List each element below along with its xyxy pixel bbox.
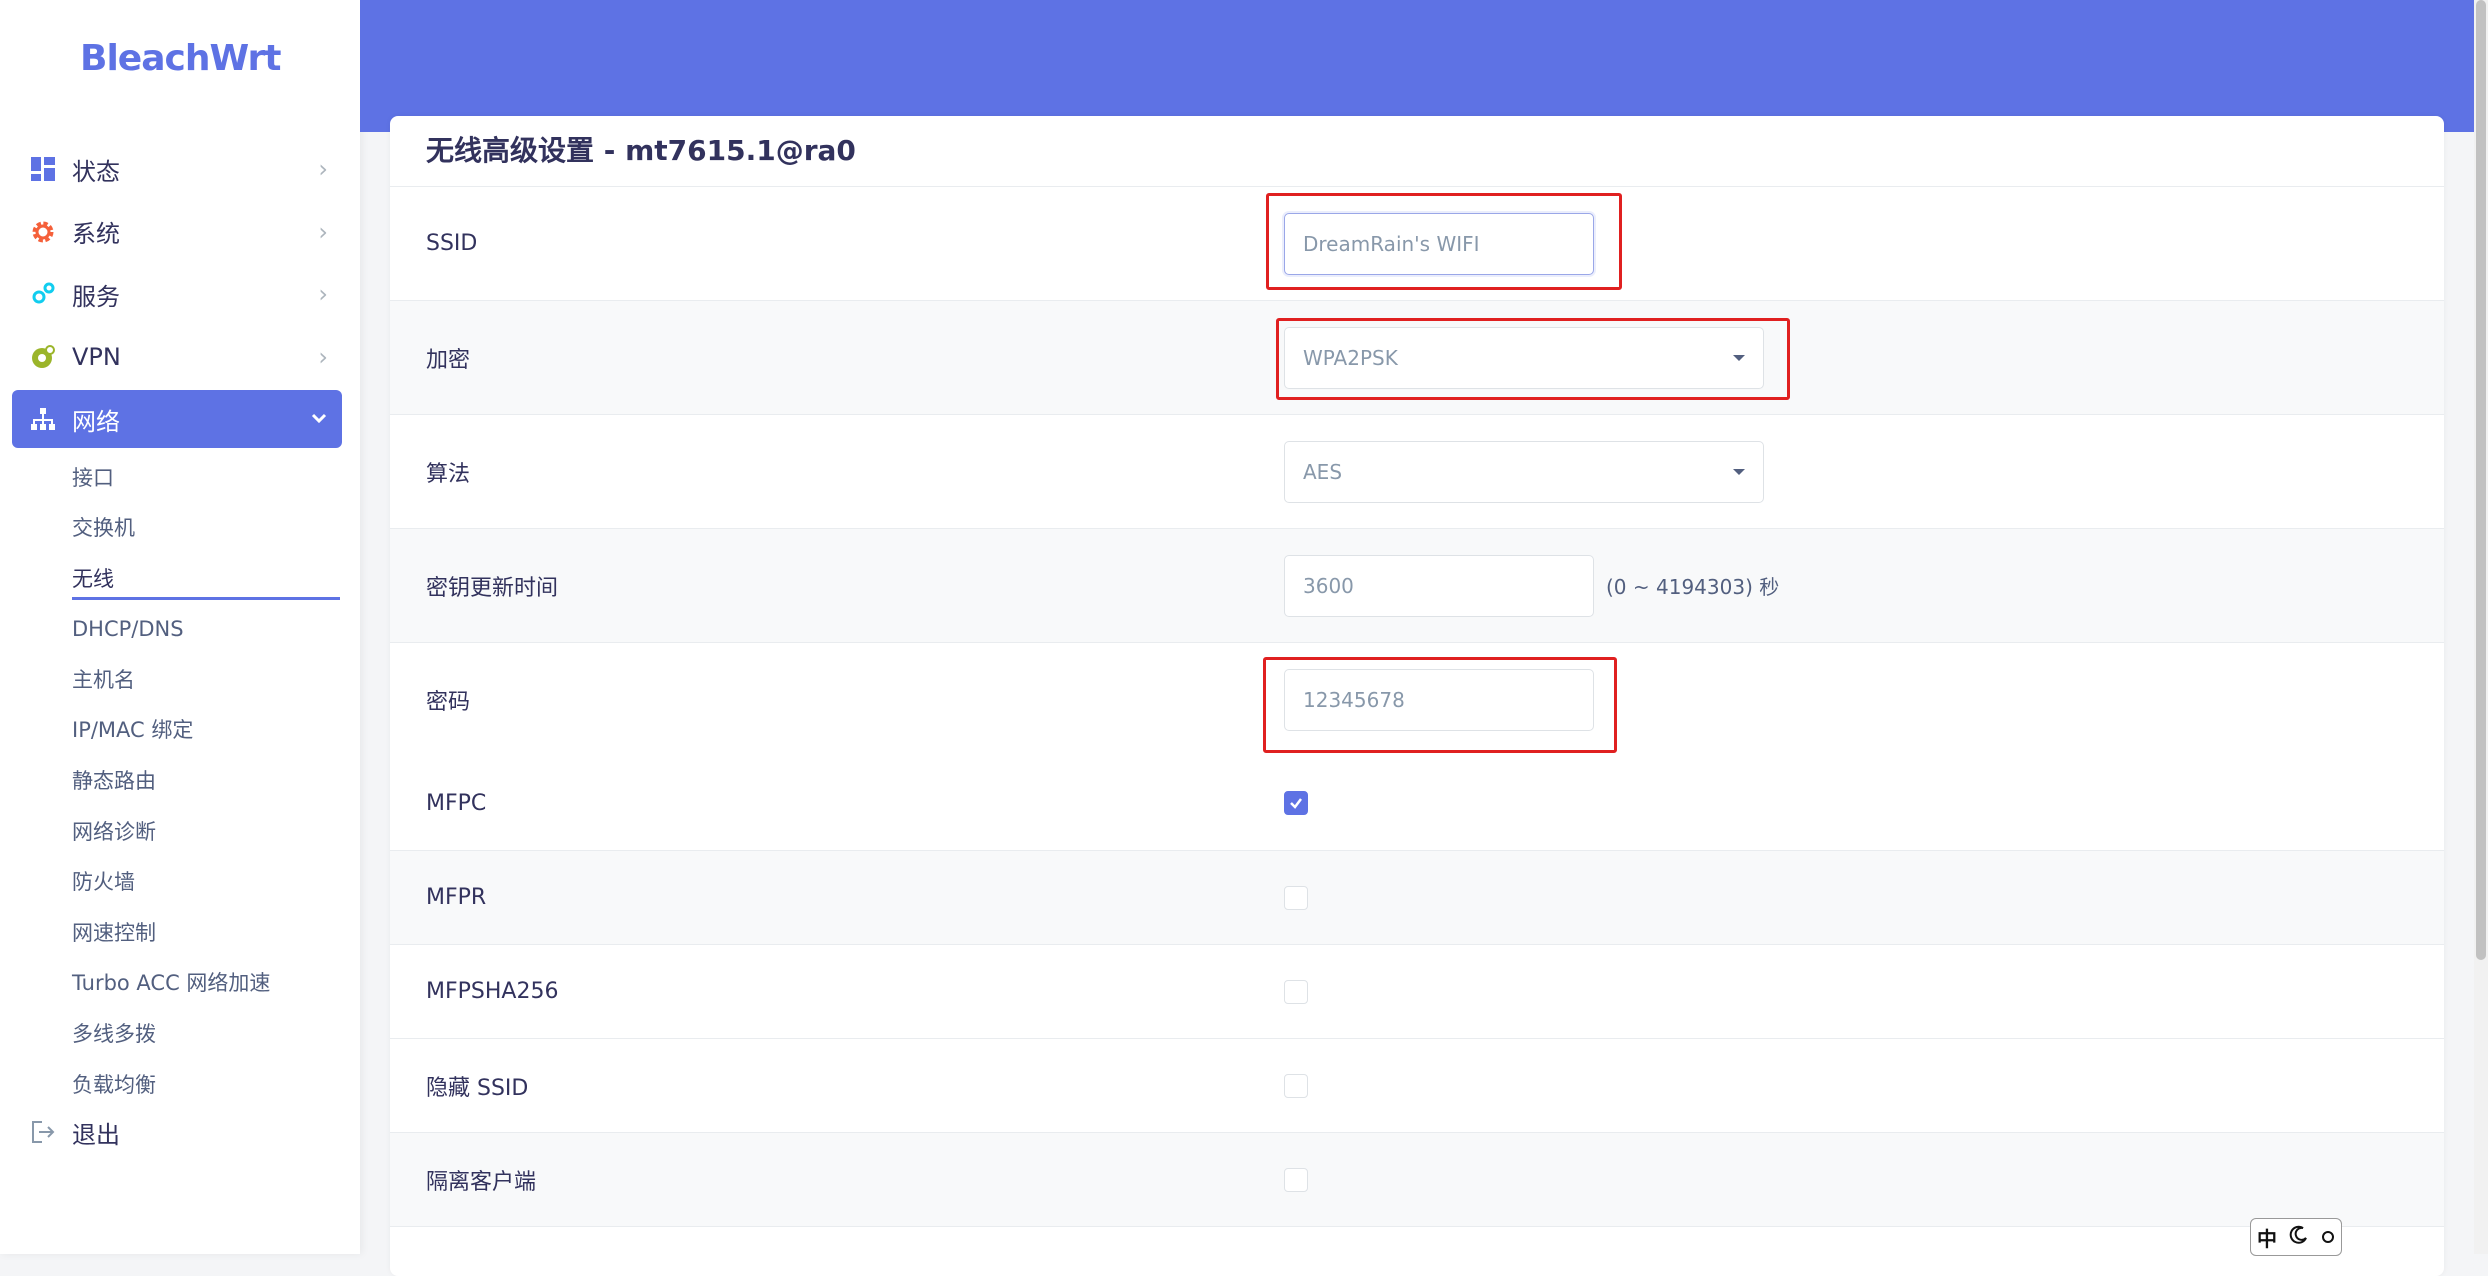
- menu-item-status[interactable]: 状态 ›: [12, 140, 342, 198]
- menu-item-label: 服务: [72, 282, 120, 311]
- network-icon: [30, 406, 56, 432]
- logout-button[interactable]: 退出: [12, 1103, 342, 1161]
- caret-down-icon: [1733, 354, 1745, 361]
- isolate-checkbox[interactable]: [1284, 1167, 1308, 1192]
- submenu-item-multi-wan[interactable]: 多线多拨: [72, 1009, 340, 1060]
- submenu-item-qos[interactable]: 网速控制: [72, 908, 340, 959]
- isolate-label: 隔离客户端: [426, 1169, 537, 1195]
- ssid-input[interactable]: [1284, 212, 1594, 275]
- menu-item-system[interactable]: 系统 ›: [12, 203, 342, 261]
- submenu-item-wireless[interactable]: 无线: [72, 554, 340, 605]
- brand-logo[interactable]: BleachWrt: [80, 38, 281, 79]
- header-band: [360, 0, 2474, 132]
- menu-item-vpn[interactable]: VPN ›: [12, 328, 342, 386]
- rekey-label: 密钥更新时间: [426, 575, 559, 601]
- mfpsha256-label: MFPSHA256: [426, 979, 559, 1004]
- globe-icon: [30, 344, 56, 370]
- logout-section: 退出: [12, 1103, 342, 1166]
- row-rekey-interval: 密钥更新时间 (0 ~ 4194303) 秒: [390, 529, 2444, 643]
- menu-item-network[interactable]: 网络: [12, 390, 342, 448]
- mfpc-checkbox[interactable]: [1284, 791, 1308, 815]
- row-isolate-clients: 隔离客户端: [390, 1133, 2444, 1227]
- dot-icon: [2321, 1225, 2335, 1249]
- algorithm-label: 算法: [426, 461, 471, 487]
- sidebar: BleachWrt 状态 › 系统 › 服务 › VPN › 网络 接口 交换机…: [0, 0, 360, 1254]
- menu-item-label: 状态: [72, 157, 120, 186]
- encryption-label: 加密: [426, 347, 471, 373]
- password-input[interactable]: [1284, 668, 1594, 731]
- submenu-item-switch[interactable]: 交换机: [72, 503, 340, 554]
- caret-down-icon: [1733, 468, 1745, 475]
- scrollbar-thumb[interactable]: [2476, 0, 2486, 960]
- rekey-hint: (0 ~ 4194303) 秒: [1606, 575, 1780, 599]
- dashboard-icon: [30, 156, 56, 182]
- rekey-input[interactable]: [1284, 554, 1594, 617]
- chevron-right-icon: ›: [318, 217, 328, 246]
- menu-item-label: VPN: [72, 342, 121, 371]
- row-hide-ssid: 隐藏 SSID: [390, 1039, 2444, 1133]
- mfpsha256-checkbox[interactable]: [1284, 979, 1308, 1004]
- hide-ssid-label: 隐藏 SSID: [426, 1075, 529, 1101]
- chevron-right-icon: ›: [318, 342, 328, 371]
- password-label: 密码: [426, 689, 471, 715]
- hide-ssid-checkbox[interactable]: [1284, 1073, 1308, 1098]
- menu-item-label: 网络: [72, 407, 120, 436]
- row-encryption: 加密 WPA2PSK: [390, 301, 2444, 415]
- encryption-select[interactable]: WPA2PSK: [1284, 326, 1764, 389]
- ime-mode: 中: [2257, 1226, 2277, 1251]
- sign-out-icon: [30, 1119, 56, 1145]
- submenu-item-static-routes[interactable]: 静态路由: [72, 756, 340, 807]
- wireless-advanced-card: 无线高级设置 - mt7615.1@ra0 SSID 加密 WPA2PSK 算法…: [390, 116, 2444, 1276]
- row-mfpsha256: MFPSHA256: [390, 945, 2444, 1039]
- menu-item-label: 系统: [72, 220, 120, 248]
- chevron-right-icon: ›: [318, 155, 328, 183]
- checkmark-icon: [1290, 798, 1302, 809]
- card-title: 无线高级设置 - mt7615.1@ra0: [390, 116, 2444, 187]
- submenu-item-turbo-acc[interactable]: Turbo ACC 网络加速: [72, 958, 340, 1009]
- menu-item-services[interactable]: 服务 ›: [12, 265, 342, 323]
- submenu-item-ip-mac-binding[interactable]: IP/MAC 绑定: [72, 705, 340, 756]
- row-algorithm: 算法 AES: [390, 415, 2444, 529]
- row-mfpc: MFPC: [390, 756, 2444, 851]
- mfpr-label: MFPR: [426, 885, 487, 910]
- network-submenu: 接口 交换机 无线 DHCP/DNS 主机名 IP/MAC 绑定 静态路由 网络…: [72, 453, 342, 1111]
- submenu-item-interfaces[interactable]: 接口: [72, 453, 340, 504]
- ssid-label: SSID: [426, 231, 478, 256]
- chevron-down-icon: [310, 405, 328, 433]
- logout-label: 退出: [72, 1120, 120, 1149]
- submenu-item-dhcp-dns[interactable]: DHCP/DNS: [72, 604, 340, 655]
- chevron-right-icon: ›: [318, 280, 328, 308]
- main-menu: 状态 › 系统 › 服务 › VPN › 网络 接口 交换机 无线 DHCP/D…: [12, 140, 342, 1110]
- mfpr-checkbox[interactable]: [1284, 885, 1308, 910]
- row-password: 密码: [390, 643, 2444, 756]
- submenu-item-firewall[interactable]: 防火墙: [72, 857, 340, 908]
- page-scrollbar[interactable]: [2474, 0, 2488, 1254]
- submenu-item-hostnames[interactable]: 主机名: [72, 655, 340, 706]
- gear-icon: [30, 219, 56, 245]
- mfpc-label: MFPC: [426, 790, 487, 816]
- row-mfpr: MFPR: [390, 851, 2444, 945]
- row-ssid: SSID: [390, 187, 2444, 301]
- cogs-icon: [30, 281, 56, 307]
- algorithm-value: AES: [1303, 459, 1343, 484]
- ime-indicator[interactable]: 中: [2250, 1218, 2342, 1256]
- algorithm-select[interactable]: AES: [1284, 440, 1764, 503]
- moon-icon: [2289, 1225, 2309, 1250]
- encryption-value: WPA2PSK: [1303, 345, 1398, 370]
- submenu-item-diagnostics[interactable]: 网络诊断: [72, 807, 340, 858]
